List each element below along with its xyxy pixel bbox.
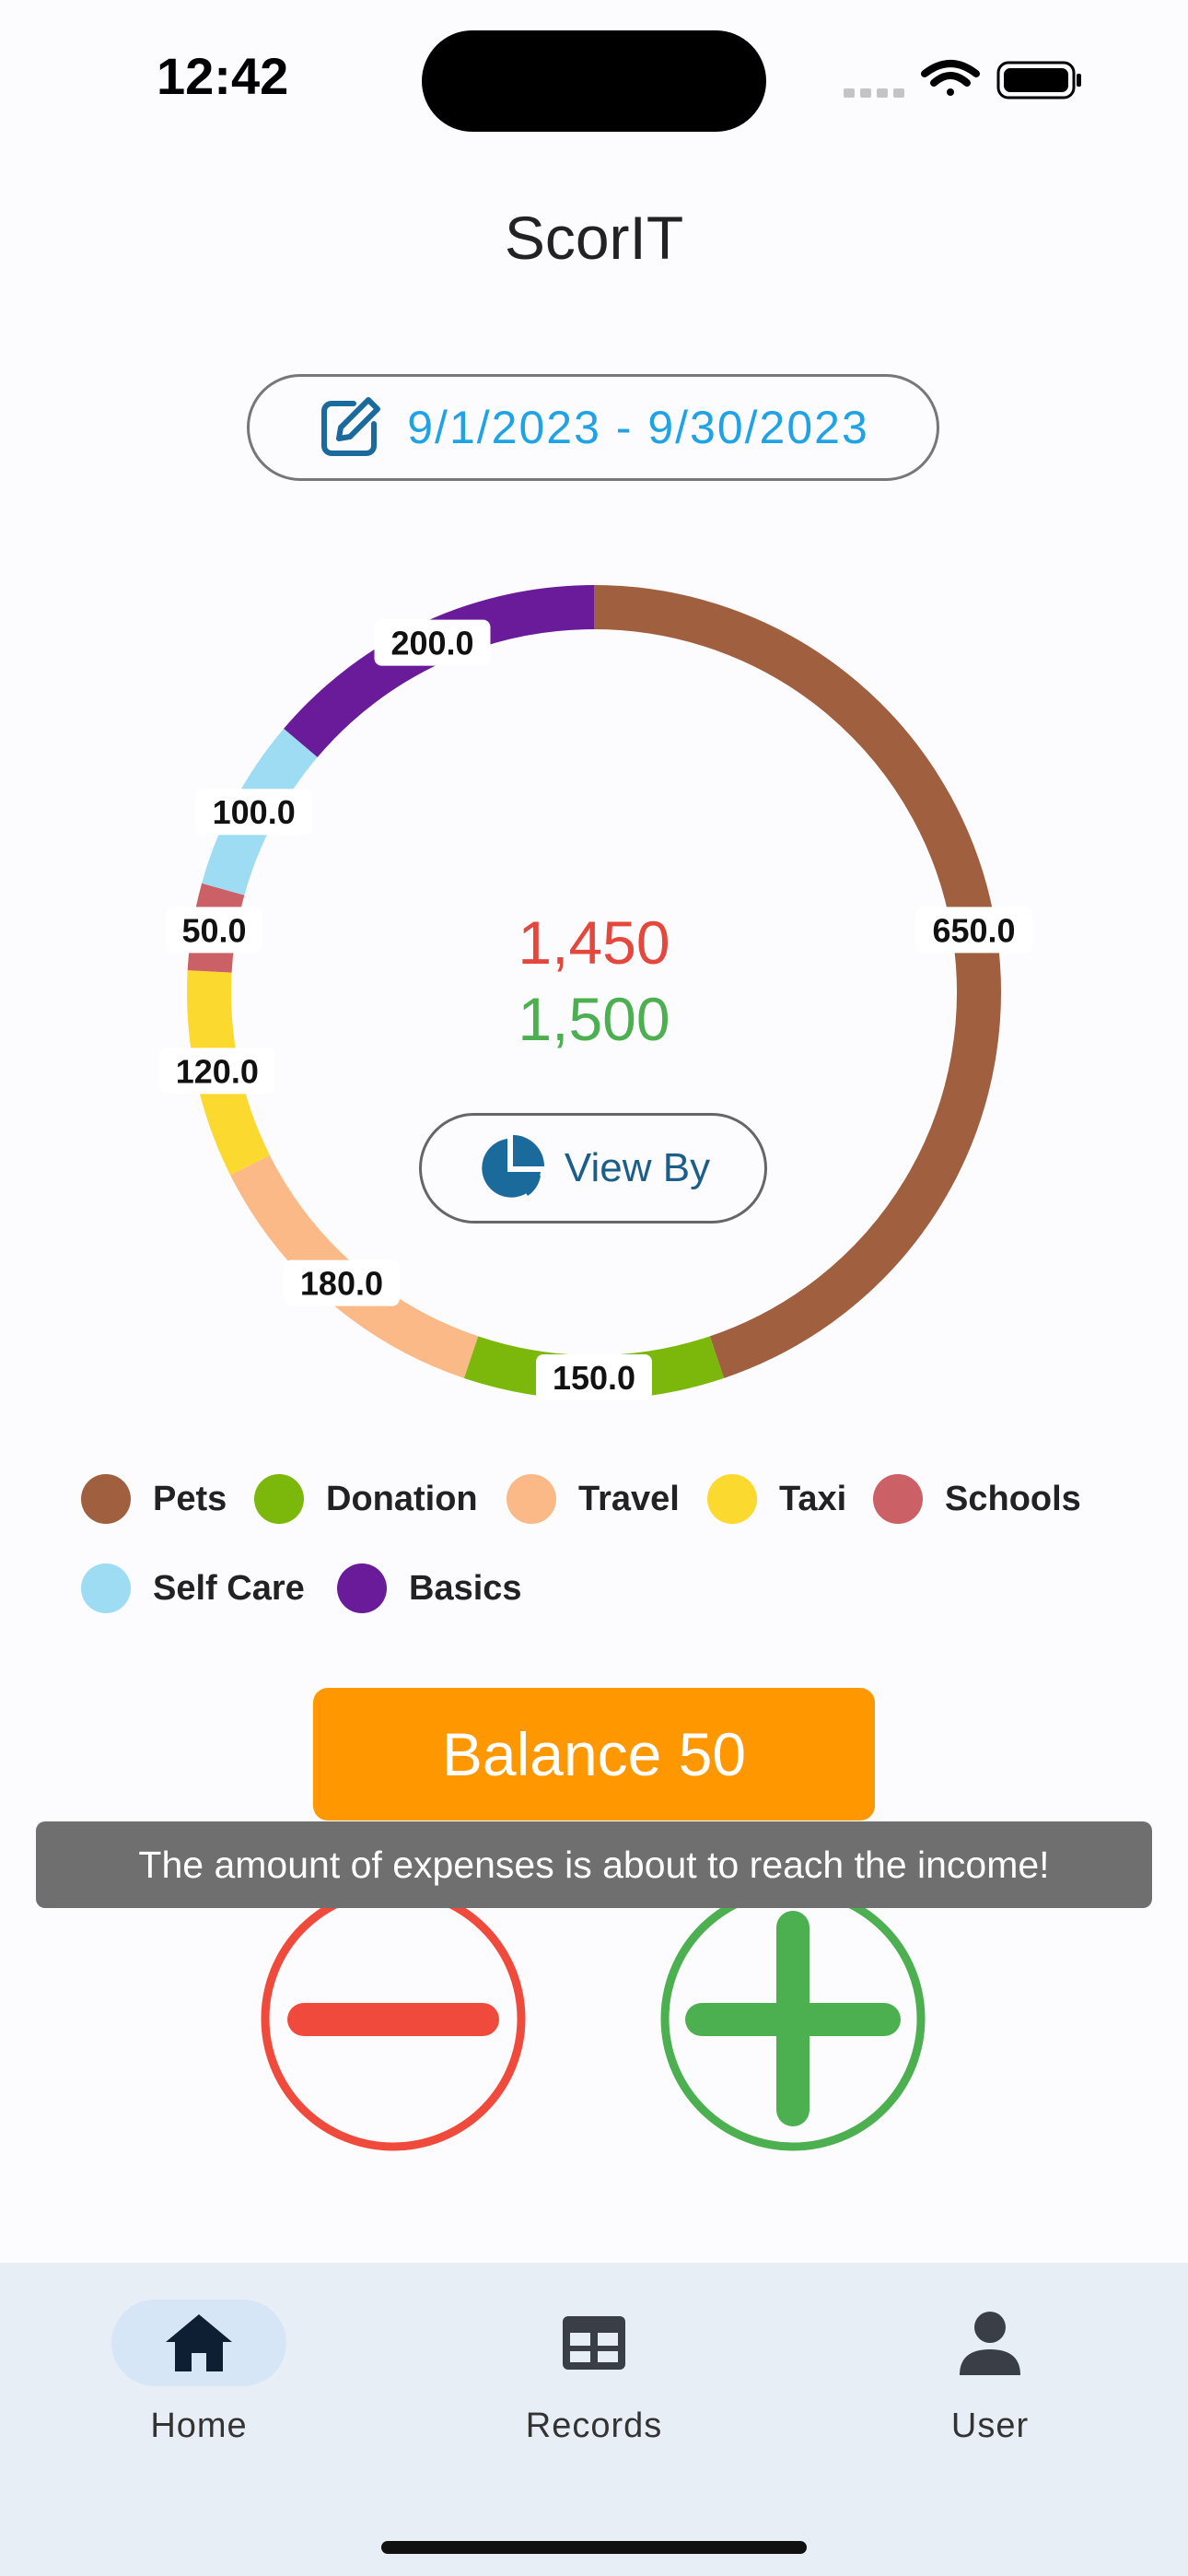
legend-swatch — [254, 1474, 304, 1524]
pie-chart-icon — [482, 1135, 544, 1198]
table-icon — [563, 2316, 625, 2370]
home-indicator — [381, 2541, 807, 2554]
nav-item-home[interactable]: Home — [61, 2300, 337, 2446]
legend-label: Donation — [326, 1479, 478, 1518]
nav-label-home: Home — [150, 2406, 248, 2445]
nav-item-records[interactable]: Records — [456, 2300, 732, 2446]
data-label-taxi: 120.0 — [158, 1048, 275, 1095]
subtract-expense-button[interactable] — [260, 1885, 527, 2152]
legend-label: Pets — [153, 1479, 227, 1518]
nav-icon-container — [507, 2300, 681, 2386]
legend-swatch — [507, 1474, 556, 1524]
svg-text:100.0: 100.0 — [213, 793, 296, 831]
nav-icon-container — [903, 2300, 1077, 2386]
donut-slice-pets — [593, 585, 1001, 1378]
svg-text:120.0: 120.0 — [176, 1052, 259, 1090]
legend-item-taxi: Taxi — [707, 1474, 846, 1524]
total-income: 1,500 — [518, 985, 670, 1053]
nav-active-indicator — [111, 2300, 286, 2386]
minus-circle-icon — [261, 1886, 526, 2151]
legend-swatch — [873, 1474, 923, 1524]
legend-swatch — [81, 1563, 131, 1613]
legend-swatch — [337, 1563, 387, 1613]
data-label-basics: 200.0 — [374, 619, 491, 666]
legend-item-donation: Donation — [254, 1474, 478, 1524]
legend-label: Schools — [945, 1479, 1081, 1518]
nav-label-records: Records — [525, 2406, 663, 2445]
nav-item-user[interactable]: User — [852, 2300, 1128, 2446]
data-label-travel: 180.0 — [283, 1259, 400, 1306]
data-label-self-care: 100.0 — [195, 789, 312, 836]
legend-swatch — [81, 1474, 131, 1524]
legend-item-basics: Basics — [337, 1563, 522, 1613]
legend-swatch — [707, 1474, 757, 1524]
expense-donut-chart: 650.0150.0180.0120.050.0100.0200.0 — [158, 585, 1032, 1400]
home-icon — [166, 2314, 232, 2371]
total-expenses: 1,450 — [518, 908, 670, 977]
legend-item-travel: Travel — [507, 1474, 680, 1524]
svg-text:200.0: 200.0 — [390, 625, 473, 662]
legend-label: Travel — [578, 1479, 680, 1518]
add-income-button[interactable] — [659, 1885, 926, 2152]
nav-label-user: User — [950, 2406, 1030, 2445]
legend-item-schools: Schools — [873, 1474, 1081, 1524]
warning-toast: The amount of expenses is about to reach… — [36, 1821, 1152, 1908]
legend-item-self-care: Self Care — [81, 1563, 305, 1613]
user-icon — [960, 2312, 1020, 2375]
balance-button[interactable]: Balance 50 — [313, 1688, 875, 1821]
svg-text:150.0: 150.0 — [553, 1359, 635, 1397]
legend-label: Self Care — [153, 1568, 305, 1608]
view-by-button[interactable]: View By — [419, 1113, 767, 1224]
view-by-label: View By — [564, 1145, 711, 1190]
legend-label: Taxi — [779, 1479, 847, 1518]
legend-label: Basics — [409, 1568, 522, 1608]
svg-text:180.0: 180.0 — [300, 1265, 383, 1303]
data-label-donation: 150.0 — [536, 1354, 652, 1400]
plus-circle-icon — [660, 1886, 926, 2151]
legend-item-pets: Pets — [81, 1474, 227, 1524]
